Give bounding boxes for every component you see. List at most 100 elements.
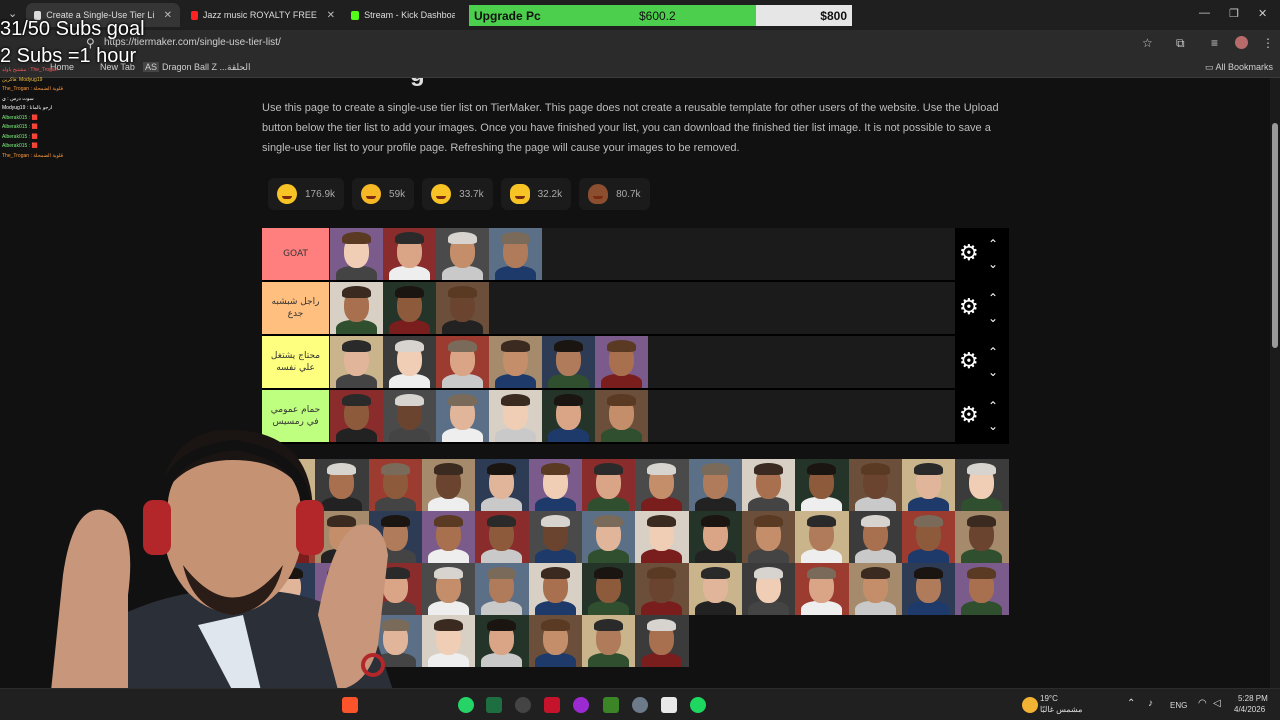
tier-item-image[interactable] [595, 390, 648, 442]
tier-item-image[interactable] [688, 563, 743, 615]
move-down-icon[interactable]: ⌄ [988, 258, 998, 270]
close-tab-icon[interactable]: ✕ [164, 10, 172, 21]
tier-item-image[interactable] [436, 282, 489, 334]
tier-item-image[interactable] [330, 228, 383, 280]
tier-item-image[interactable] [902, 511, 956, 563]
tier-label[interactable]: GOAT [262, 228, 329, 280]
tier-item-image[interactable] [635, 459, 689, 511]
reaction-button[interactable]: 80.7k [579, 178, 650, 210]
tier-item-image[interactable] [528, 563, 583, 615]
move-up-icon[interactable]: ⌃ [988, 292, 998, 304]
tier-item-image[interactable] [489, 390, 542, 442]
spotify-icon[interactable] [690, 697, 706, 713]
notepad-icon[interactable] [661, 697, 677, 713]
tier-item-image[interactable] [688, 511, 743, 563]
close-tab-icon[interactable]: ✕ [327, 10, 335, 21]
settings-icon[interactable] [632, 697, 648, 713]
move-down-icon[interactable]: ⌄ [988, 312, 998, 324]
tier-item-image[interactable] [595, 336, 648, 388]
volume-icon[interactable]: ◁ [1213, 698, 1221, 709]
tier-item-image[interactable] [330, 336, 383, 388]
gear-icon[interactable]: ⚙ [959, 296, 979, 318]
all-bookmarks[interactable]: ▭ All Bookmarks [1205, 62, 1273, 73]
tier-item-image[interactable] [848, 511, 903, 563]
tier-item-image[interactable] [955, 563, 1009, 615]
page-scrollbar[interactable] [1270, 78, 1280, 688]
reaction-button[interactable]: 176.9k [268, 178, 345, 210]
tier-item-image[interactable] [742, 459, 796, 511]
restore-icon[interactable]: ❐ [1229, 7, 1239, 20]
tier-item-image[interactable] [902, 459, 956, 511]
tier-item-image[interactable] [330, 282, 383, 334]
tier-item-image[interactable] [475, 615, 529, 667]
tier-item-image[interactable] [582, 615, 636, 667]
tier-item-image[interactable] [795, 459, 849, 511]
profile-avatar[interactable] [1235, 36, 1248, 49]
tier-item-image[interactable] [742, 563, 796, 615]
tier-item-image[interactable] [955, 511, 1009, 563]
move-down-icon[interactable]: ⌄ [988, 420, 998, 432]
tier-item-image[interactable] [383, 336, 436, 388]
tier-item-image[interactable] [436, 390, 489, 442]
tier-item-image[interactable] [582, 511, 636, 563]
excel-icon[interactable] [486, 697, 502, 713]
gear-icon[interactable]: ⚙ [959, 404, 979, 426]
tier-item-image[interactable] [489, 228, 542, 280]
tier-item-image[interactable] [848, 459, 903, 511]
language-indicator[interactable]: ENG [1170, 701, 1187, 710]
move-down-icon[interactable]: ⌄ [988, 366, 998, 378]
reaction-button[interactable]: 59k [352, 178, 415, 210]
menu-kebab-icon[interactable]: ⋮ [1262, 36, 1274, 50]
tier-item-image[interactable] [383, 282, 436, 334]
minecraft-icon[interactable] [603, 697, 619, 713]
whatsapp-icon[interactable] [458, 697, 474, 713]
tier-item-image[interactable] [795, 563, 849, 615]
weather-icon[interactable] [1022, 697, 1038, 713]
tier-item-image[interactable] [528, 511, 583, 563]
tray-chevron-icon[interactable]: ⌃ [1127, 698, 1135, 709]
tier-item-image[interactable] [848, 563, 903, 615]
scrollbar-thumb[interactable] [1272, 123, 1278, 348]
tier-item-image[interactable] [528, 459, 583, 511]
tier-item-image[interactable] [475, 563, 529, 615]
move-up-icon[interactable]: ⌃ [988, 400, 998, 412]
bookmark-star-icon[interactable]: ☆ [1142, 36, 1153, 50]
tier-label[interactable]: راجل شبشبه جدع [262, 282, 329, 334]
tier-item-image[interactable] [542, 390, 595, 442]
close-window-icon[interactable]: ✕ [1258, 7, 1267, 20]
weather-temp[interactable]: 19°C [1040, 694, 1058, 703]
tier-item-image[interactable] [688, 459, 743, 511]
media-control-icon[interactable]: ≡ [1211, 36, 1218, 50]
tab-kick-dashboard[interactable]: Stream - Kick Dashboard [343, 3, 463, 27]
minimize-icon[interactable]: — [1199, 7, 1210, 19]
tier-item-image[interactable] [436, 336, 489, 388]
microphone-icon[interactable]: ♪ [1148, 698, 1153, 709]
wifi-icon[interactable]: ◠ [1198, 698, 1207, 709]
tier-item-image[interactable] [795, 511, 849, 563]
bookmark-dragon-ball[interactable]: AS Dragon Ball Z ...الحلقة [143, 62, 250, 73]
extensions-icon[interactable]: ⧉ [1176, 36, 1185, 51]
tier-item-image[interactable] [582, 459, 636, 511]
tier-item-image[interactable] [955, 459, 1009, 511]
tier-item-image[interactable] [635, 615, 689, 667]
tier-item-image[interactable] [436, 228, 489, 280]
tier-item-image[interactable] [383, 228, 436, 280]
move-up-icon[interactable]: ⌃ [988, 238, 998, 250]
tier-item-image[interactable] [489, 336, 542, 388]
brave-browser-icon[interactable] [342, 697, 358, 713]
tier-item-image[interactable] [742, 511, 796, 563]
tier-item-image[interactable] [902, 563, 956, 615]
clock-time[interactable]: 5:28 PM [1238, 694, 1268, 703]
tier-item-image[interactable] [475, 459, 529, 511]
tab-jazz-music[interactable]: Jazz music ROYALTY FREE Backg... ✕ [183, 3, 343, 27]
obs-icon[interactable] [515, 697, 531, 713]
gear-icon[interactable]: ⚙ [959, 242, 979, 264]
tier-item-image[interactable] [528, 615, 583, 667]
tier-label[interactable]: محتاج يشتغل علي نفسه [262, 336, 329, 388]
reaction-button[interactable]: 32.2k [500, 178, 572, 210]
app-icon[interactable] [573, 697, 589, 713]
tier-item-image[interactable] [475, 511, 529, 563]
move-up-icon[interactable]: ⌃ [988, 346, 998, 358]
tier-item-image[interactable] [635, 511, 689, 563]
tier-item-image[interactable] [582, 563, 636, 615]
